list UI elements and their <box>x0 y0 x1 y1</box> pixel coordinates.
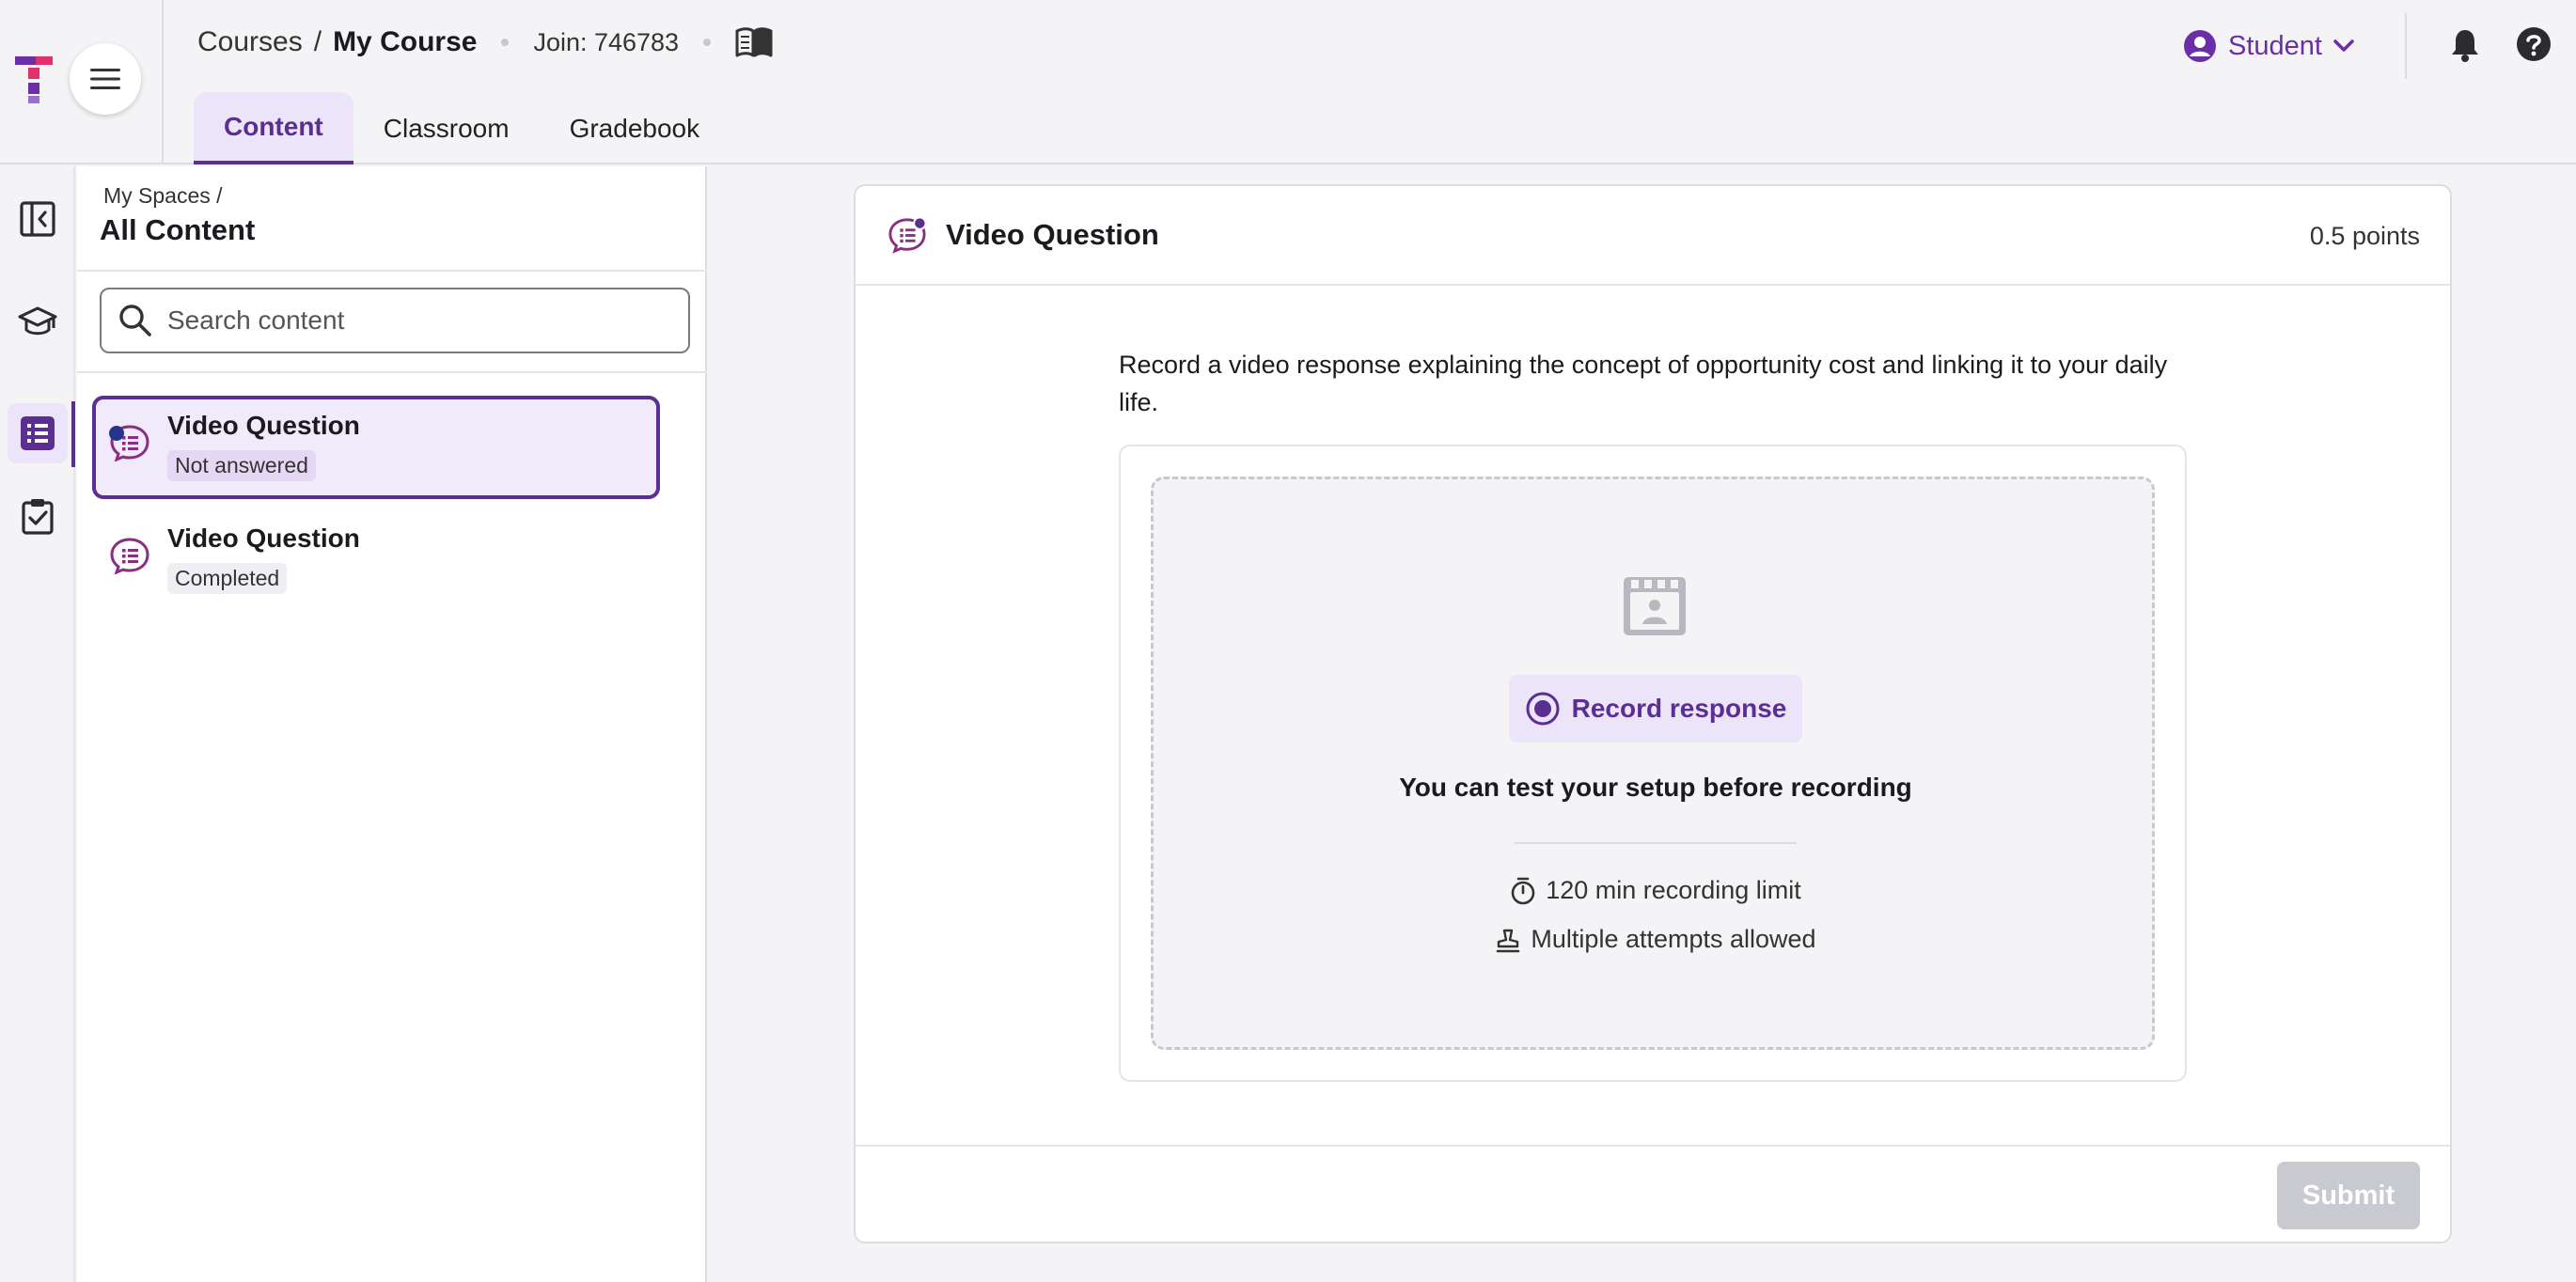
list-item-video-question-2[interactable]: Video Question Completed <box>92 508 660 612</box>
help-icon[interactable] <box>2516 26 2552 62</box>
tab-gradebook[interactable]: Gradebook <box>540 92 730 164</box>
tab-content[interactable]: Content <box>194 92 353 164</box>
spaces-breadcrumb[interactable]: My Spaces / <box>103 183 223 209</box>
top-header: Courses / My Course Join: 746783 Content… <box>0 0 2576 164</box>
divider <box>77 371 707 373</box>
breadcrumb-current-course[interactable]: My Course <box>333 26 477 58</box>
assignments-nav-button[interactable] <box>8 486 68 546</box>
search-input[interactable] <box>167 305 656 336</box>
divider <box>856 1145 2450 1147</box>
nav-rail <box>0 166 75 1282</box>
separator-dot <box>703 39 712 46</box>
stamp-icon <box>1497 929 1520 952</box>
breadcrumb: Courses / My Course Join: 746783 <box>197 23 773 62</box>
item-title: Video Question <box>167 524 360 553</box>
status-badge: Not answered <box>167 450 316 481</box>
recording-limit: 120 min recording limit <box>1154 876 2158 905</box>
list-item-video-question-1[interactable]: Video Question Not answered <box>92 396 660 499</box>
video-clapper-icon <box>1622 575 1688 637</box>
hamburger-icon <box>90 69 120 89</box>
content-nav-button[interactable] <box>8 403 68 463</box>
app-logo[interactable] <box>15 56 53 103</box>
tab-classroom[interactable]: Classroom <box>353 92 540 164</box>
notifications-bell-icon[interactable] <box>2450 28 2480 62</box>
submit-button[interactable]: Submit <box>2277 1162 2420 1229</box>
recording-dropzone: Record response You can test your setup … <box>1151 477 2155 1050</box>
video-question-icon <box>887 216 927 254</box>
header-divider <box>2405 13 2407 79</box>
content-panel: My Spaces / All Content Video Question N… <box>77 166 707 1282</box>
divider <box>77 270 707 272</box>
attempts-text: Multiple attempts allowed <box>1531 925 1816 953</box>
divider <box>1515 842 1797 844</box>
graduation-cap-icon <box>18 306 57 336</box>
panel-title: All Content <box>100 213 256 246</box>
record-response-button[interactable]: Record response <box>1509 675 1802 743</box>
course-tabs: Content Classroom Gradebook <box>194 92 730 164</box>
breadcrumb-courses[interactable]: Courses <box>197 26 303 58</box>
breadcrumb-separator: / <box>313 26 322 57</box>
setup-hint: You can test your setup before recording <box>1399 773 1912 802</box>
join-code: Join: 746783 <box>533 27 680 56</box>
clipboard-check-icon <box>22 499 54 535</box>
record-button-label: Record response <box>1571 694 1787 723</box>
chat-list-icon <box>109 537 150 574</box>
attempts-info: Multiple attempts allowed <box>1154 925 2158 954</box>
question-prompt: Record a video response explaining the c… <box>1119 351 2168 416</box>
role-label: Student <box>2228 30 2322 61</box>
recording-limit-text: 120 min recording limit <box>1546 876 1801 904</box>
question-card: Video Question 0.5 points Record a video… <box>854 184 2452 1243</box>
recording-container: Record response You can test your setup … <box>1119 445 2187 1082</box>
role-switcher[interactable]: Student <box>2183 26 2354 66</box>
unread-indicator <box>109 426 124 441</box>
question-title: Video Question <box>946 218 1159 251</box>
search-box <box>100 288 690 353</box>
timer-icon <box>1511 877 1535 904</box>
collapse-panel-button[interactable] <box>8 189 68 249</box>
logo-column <box>0 0 164 164</box>
search-icon <box>119 305 151 336</box>
question-points: 0.5 points <box>2309 222 2420 250</box>
book-icon[interactable] <box>735 27 773 57</box>
menu-button[interactable] <box>70 43 141 115</box>
user-circle-icon <box>2184 30 2216 62</box>
separator-dot <box>501 39 510 46</box>
question-header: Video Question 0.5 points <box>856 186 2450 286</box>
courses-nav-button[interactable] <box>8 292 68 352</box>
record-icon <box>1526 692 1560 726</box>
list-icon <box>21 416 55 450</box>
status-badge: Completed <box>167 563 288 594</box>
active-nav-indicator <box>71 401 75 467</box>
sidebar-collapse-icon <box>20 201 55 237</box>
chevron-down-icon <box>2333 39 2354 52</box>
item-title: Video Question <box>167 411 360 440</box>
